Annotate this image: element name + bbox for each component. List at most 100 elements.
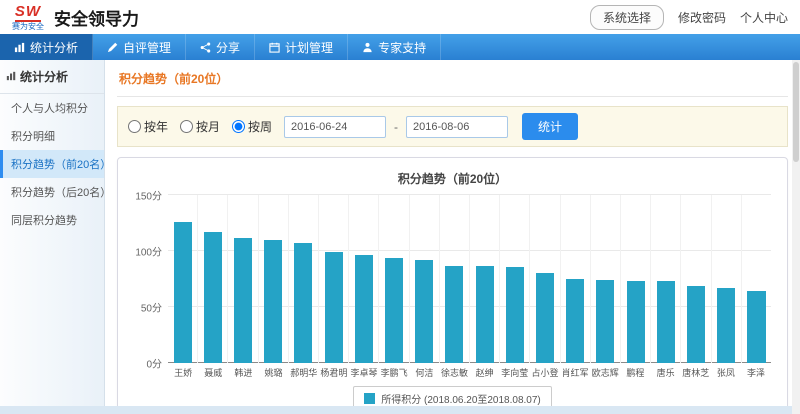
x-axis-label-唐乐: 唐乐: [651, 366, 681, 379]
x-axis-label-杨君明: 杨君明: [319, 366, 349, 379]
nav-item-plan-management[interactable]: 计划管理: [255, 34, 348, 60]
bar-slot-韩进: [227, 195, 257, 363]
nav-label: 统计分析: [30, 39, 78, 56]
chart-title: 积分趋势（前20位）: [128, 166, 777, 195]
change-password-link[interactable]: 修改密码: [678, 9, 726, 26]
sidebar-item-personal-average-points[interactable]: 个人与人均积分: [0, 94, 104, 122]
radio-by-year-label: 按年: [144, 118, 168, 135]
bar-chart: 0分50分100分150分 王娇聂威韩进姚璐郝明华杨君明李卓琴李鹏飞何洁徐志敏赵…: [168, 195, 771, 379]
scrollbar-thumb[interactable]: [793, 62, 799, 162]
y-axis-tick-label: 0分: [128, 356, 162, 371]
x-axis-label-徐志敏: 徐志敏: [439, 366, 469, 379]
main-panel: 积分趋势（前20位） 按年 按月 按周 - 统计: [105, 60, 800, 406]
bar-slot-王娇: [168, 195, 197, 363]
bar-slot-李向莹: [499, 195, 529, 363]
x-axis-label-占小登: 占小登: [530, 366, 560, 379]
bar-王娇[interactable]: [174, 222, 192, 363]
bar-唐林芝[interactable]: [687, 286, 705, 363]
filter-bar: 按年 按月 按周 - 统计: [117, 106, 788, 147]
bar-chart-icon: [6, 70, 16, 84]
date-from-input[interactable]: [284, 116, 386, 138]
bar-slot-姚璐: [258, 195, 288, 363]
bar-杨君明[interactable]: [325, 252, 343, 363]
x-axis-label-王娇: 王娇: [168, 366, 198, 379]
edit-icon: [107, 42, 118, 53]
bar-李鹏飞[interactable]: [385, 258, 403, 363]
bar-slot-肖红军: [560, 195, 590, 363]
sidebar-item-points-trend-bottom20[interactable]: 积分趋势（后20名）: [0, 178, 104, 206]
calendar-icon: [269, 42, 280, 53]
bar-李向莹[interactable]: [506, 267, 524, 363]
x-axis-label-肖红军: 肖红军: [560, 366, 590, 379]
statistics-submit-button[interactable]: 统计: [522, 113, 578, 140]
x-axis-label-唐林芝: 唐林芝: [681, 366, 711, 379]
sidebar-title: 统计分析: [0, 60, 104, 94]
x-axis-label-何洁: 何洁: [409, 366, 439, 379]
radio-by-week-input[interactable]: [232, 120, 245, 133]
x-axis-label-鹏程: 鹏程: [620, 366, 650, 379]
x-axis-label-李鹏飞: 李鹏飞: [379, 366, 409, 379]
sidebar-item-points-detail[interactable]: 积分明细: [0, 122, 104, 150]
scrollbar[interactable]: [792, 60, 800, 414]
chart-legend[interactable]: 所得积分 (2018.06.20至2018.08.07): [353, 386, 552, 406]
nav-label: 专家支持: [378, 39, 426, 56]
bar-赵绅[interactable]: [476, 266, 494, 363]
bar-欧志辉[interactable]: [596, 280, 614, 363]
nav-item-share[interactable]: 分享: [186, 34, 255, 60]
chart-card: 积分趋势（前20位） 0分50分100分150分 王娇聂威韩进姚璐郝明华杨君明李…: [117, 157, 788, 406]
company-logo: SW 赛为安全: [12, 4, 44, 31]
bar-slot-占小登: [529, 195, 559, 363]
nav-label: 自评管理: [123, 39, 171, 56]
bar-唐乐[interactable]: [657, 281, 675, 363]
bar-李泽[interactable]: [747, 291, 765, 363]
logo-sw-mark: SW: [15, 4, 41, 22]
nav-item-expert-support[interactable]: 专家支持: [348, 34, 441, 60]
bar-chart-icon: [14, 42, 25, 53]
bar-slot-郝明华: [288, 195, 318, 363]
header-actions: 系统选择 修改密码 个人中心: [590, 5, 788, 30]
bar-徐志敏[interactable]: [445, 266, 463, 363]
bar-slot-徐志敏: [439, 195, 469, 363]
sidebar-item-same-level-trend[interactable]: 同层积分趋势: [0, 206, 104, 234]
radio-by-month[interactable]: 按月: [180, 118, 220, 135]
personal-center-link[interactable]: 个人中心: [740, 9, 788, 26]
bar-鹏程[interactable]: [627, 281, 645, 363]
radio-by-week[interactable]: 按周: [232, 118, 272, 135]
bar-何洁[interactable]: [415, 260, 433, 363]
bar-slot-李鹏飞: [378, 195, 408, 363]
sidebar: 统计分析 个人与人均积分 积分明细 积分趋势（前20名） 积分趋势（后20名） …: [0, 60, 105, 406]
x-axis-label-张凤: 张凤: [711, 366, 741, 379]
bar-韩进[interactable]: [234, 238, 252, 363]
bar-聂威[interactable]: [204, 232, 222, 363]
legend-label: 所得积分 (2018.06.20至2018.08.07): [381, 391, 541, 406]
bar-slot-唐林芝: [680, 195, 710, 363]
bar-slot-欧志辉: [590, 195, 620, 363]
sidebar-title-text: 统计分析: [20, 68, 68, 85]
chart-legend-row: 所得积分 (2018.06.20至2018.08.07): [128, 386, 777, 406]
bar-占小登[interactable]: [536, 273, 554, 363]
bar-slot-何洁: [409, 195, 439, 363]
radio-by-month-input[interactable]: [180, 120, 193, 133]
app-header: SW 赛为安全 安全领导力 系统选择 修改密码 个人中心: [0, 0, 800, 34]
radio-by-week-label: 按周: [248, 118, 272, 135]
section-title: 积分趋势（前20位）: [117, 60, 788, 97]
bar-slot-杨君明: [318, 195, 348, 363]
radio-by-year-input[interactable]: [128, 120, 141, 133]
nav-item-self-assessment[interactable]: 自评管理: [93, 34, 186, 60]
date-to-input[interactable]: [406, 116, 508, 138]
x-axis-label-赵绅: 赵绅: [470, 366, 500, 379]
chart-bars: [168, 195, 771, 363]
bar-李卓琴[interactable]: [355, 255, 373, 363]
bar-张凤[interactable]: [717, 288, 735, 363]
nav-item-statistics[interactable]: 统计分析: [0, 34, 93, 60]
bar-郝明华[interactable]: [294, 243, 312, 363]
bar-姚璐[interactable]: [264, 240, 282, 363]
radio-by-year[interactable]: 按年: [128, 118, 168, 135]
sidebar-item-points-trend-top20[interactable]: 积分趋势（前20名）: [0, 150, 104, 178]
y-axis-tick-label: 100分: [128, 244, 162, 259]
legend-color-swatch: [364, 393, 375, 404]
x-axis-label-李向莹: 李向莹: [500, 366, 530, 379]
bar-slot-张凤: [711, 195, 741, 363]
system-select-button[interactable]: 系统选择: [590, 5, 664, 30]
bar-肖红军[interactable]: [566, 279, 584, 363]
